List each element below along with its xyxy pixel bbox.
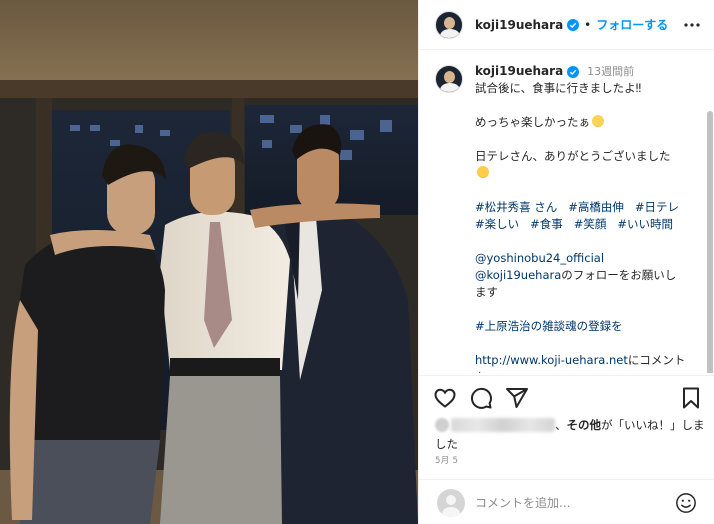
hashtag-link[interactable]: #いい時間: [617, 217, 673, 231]
grinning-emoji-icon: [592, 115, 604, 127]
post-actions: 、その他が「いいね！」しま した 5月 5: [419, 375, 714, 524]
smiling-emoji-icon: [477, 166, 489, 178]
comment-bar: [419, 479, 714, 524]
hashtag-link[interactable]: #笑顔: [574, 217, 607, 231]
caption-line: [475, 165, 701, 182]
caption-line: http://www.koji-uehara.netにコメント: [475, 353, 686, 367]
caption-body: koji19uehara 13週間前 試合後に、食事に行きましたよ‼ めっちゃ楽…: [475, 63, 701, 373]
post-side-panel: koji19uehara • フォローする koji19uehara 13週間前: [418, 0, 714, 524]
share-icon[interactable]: [505, 386, 529, 410]
header-separator: •: [584, 17, 592, 32]
website-link[interactable]: http://www.koji-uehara.net: [475, 353, 628, 367]
caption-line: 日テレさん、ありがとうございました: [475, 149, 671, 163]
hashtag-link[interactable]: #日テレ: [635, 200, 679, 214]
action-icons: [433, 386, 703, 410]
caption-line: @yoshinobu24_official: [475, 250, 701, 267]
verified-badge-icon: [567, 18, 580, 31]
post-date[interactable]: 5月 5: [435, 454, 458, 466]
comments-scrollbar[interactable]: [707, 111, 713, 373]
hashtag-line: #楽しい #食事 #笑顔 #いい時間: [475, 216, 701, 233]
post-photo[interactable]: [0, 0, 418, 524]
comments-area[interactable]: koji19uehara 13週間前 試合後に、食事に行きましたよ‼ めっちゃ楽…: [419, 51, 714, 373]
caption-line: #上原浩治の雑談魂の登録を: [475, 318, 701, 335]
author-username[interactable]: koji19uehara: [475, 18, 563, 32]
hashtag-link[interactable]: #上原浩治の雑談魂の登録を: [475, 319, 623, 333]
viewer-avatar: [437, 489, 465, 517]
caption-line: @koji19ueharaのフォローをお願いし: [475, 268, 677, 282]
caption-time[interactable]: 13週間前: [587, 63, 634, 80]
post-header: koji19uehara • フォローする: [419, 0, 714, 50]
bookmark-icon[interactable]: [679, 386, 703, 410]
hashtag-line: #松井秀喜 さん #高橋由伸 #日テレ: [475, 199, 701, 216]
comment-icon[interactable]: [469, 386, 493, 410]
more-options-icon[interactable]: [683, 17, 701, 33]
liker-name-blurred: [451, 418, 555, 432]
caption-avatar[interactable]: [435, 65, 463, 93]
verified-badge-icon: [567, 65, 580, 78]
mention-link[interactable]: @koji19uehara: [475, 268, 561, 282]
likes-others-link[interactable]: その他: [567, 418, 602, 432]
likes-summary[interactable]: 、その他が「いいね！」しま した: [435, 416, 705, 454]
hashtag-link[interactable]: #松井秀喜 さん: [475, 200, 557, 214]
hashtag-link[interactable]: #食事: [530, 217, 563, 231]
follow-button[interactable]: フォローする: [596, 16, 668, 33]
caption-header: koji19uehara 13週間前: [475, 63, 701, 80]
photo-illustration: [0, 0, 418, 524]
caption-line: を: [475, 369, 701, 373]
emoji-icon[interactable]: [675, 492, 697, 514]
mention-link[interactable]: @yoshinobu24_official: [475, 251, 604, 265]
caption: koji19uehara 13週間前 試合後に、食事に行きましたよ‼ めっちゃ楽…: [419, 51, 714, 373]
heart-icon[interactable]: [433, 386, 457, 410]
caption-line: ます: [475, 285, 498, 299]
liker-avatar: [435, 418, 449, 432]
caption-username[interactable]: koji19uehara: [475, 63, 563, 80]
caption-line: めっちゃ楽しかったぁ: [475, 114, 701, 131]
comment-input[interactable]: [475, 493, 665, 513]
caption-line: 試合後に、食事に行きましたよ‼: [475, 81, 642, 95]
hashtag-link[interactable]: #楽しい: [475, 217, 519, 231]
scrollbar-thumb[interactable]: [707, 111, 713, 373]
hashtag-link[interactable]: #高橋由伸: [568, 200, 624, 214]
author-avatar[interactable]: [435, 10, 463, 39]
